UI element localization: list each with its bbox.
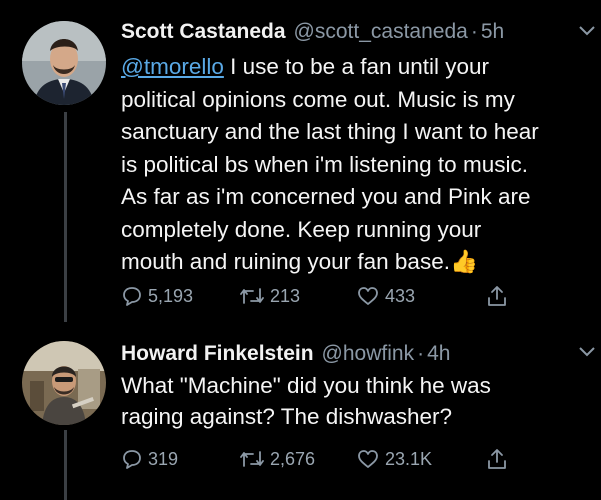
like-button[interactable]: 23.1K bbox=[356, 448, 486, 470]
text-line-1: @tmorello I use to be a fan until your bbox=[121, 54, 490, 79]
like-count: 23.1K bbox=[385, 448, 433, 469]
text-line-7: mouth and ruining your fan base.👍 bbox=[121, 249, 478, 274]
avatar[interactable] bbox=[22, 341, 106, 425]
share-button[interactable] bbox=[486, 447, 508, 471]
reply-icon bbox=[121, 448, 143, 470]
text-line-3: sanctuary and the last thing I want to h… bbox=[121, 119, 539, 144]
mention-link[interactable]: @tmorello bbox=[121, 54, 224, 79]
share-icon bbox=[486, 447, 508, 471]
reply-icon bbox=[121, 285, 143, 307]
share-icon bbox=[486, 284, 508, 308]
tweet-2[interactable]: Howard Finkelstein @howfink · 4h What "M… bbox=[0, 330, 601, 500]
display-name[interactable]: Howard Finkelstein bbox=[121, 342, 314, 366]
text-line-5: As far as i'm concerned you and Pink are bbox=[121, 184, 531, 209]
tweet-header: Scott Castaneda @scott_castaneda · 5h bbox=[121, 20, 504, 44]
tweet-text: @tmorello I use to be a fan until your p… bbox=[121, 51, 591, 279]
display-name[interactable]: Scott Castaneda bbox=[121, 20, 286, 44]
heart-icon bbox=[356, 448, 380, 470]
chevron-down-icon[interactable] bbox=[577, 24, 597, 43]
reply-button[interactable]: 5,193 bbox=[121, 285, 239, 307]
timestamp[interactable]: 5h bbox=[481, 20, 504, 44]
retweet-icon bbox=[239, 285, 265, 307]
reply-count: 319 bbox=[148, 448, 179, 469]
share-button[interactable] bbox=[486, 284, 508, 308]
heart-icon bbox=[356, 285, 380, 307]
separator-dot: · bbox=[417, 342, 425, 365]
text-line-2: political opinions come out. Music is my bbox=[121, 86, 515, 112]
tweet-text: What "Machine" did you think he was ragi… bbox=[121, 370, 591, 432]
thumbs-up-emoji: 👍 bbox=[449, 249, 478, 274]
text-line-6: completely done. Keep running your bbox=[121, 216, 482, 242]
user-handle[interactable]: @scott_castaneda bbox=[294, 20, 468, 44]
tweet-header: Howard Finkelstein @howfink · 4h bbox=[121, 342, 450, 366]
text-line-2: raging against? The dishwasher? bbox=[121, 404, 453, 429]
retweet-count: 213 bbox=[270, 285, 301, 306]
retweet-button[interactable]: 2,676 bbox=[239, 448, 356, 470]
retweet-button[interactable]: 213 bbox=[239, 285, 356, 307]
reply-count: 5,193 bbox=[148, 285, 194, 306]
avatar[interactable] bbox=[22, 21, 106, 105]
like-button[interactable]: 433 bbox=[356, 285, 486, 307]
timestamp[interactable]: 4h bbox=[427, 342, 450, 366]
tweet-actions: 5,193 213 433 bbox=[121, 284, 508, 308]
retweet-count: 2,676 bbox=[270, 448, 316, 469]
reply-button[interactable]: 319 bbox=[121, 448, 239, 470]
tweet-actions: 319 2,676 23.1K bbox=[121, 447, 508, 471]
text-line-4: is political bs when i'm listening to mu… bbox=[121, 151, 528, 177]
retweet-icon bbox=[239, 448, 265, 470]
chevron-down-icon[interactable] bbox=[577, 345, 597, 364]
like-count: 433 bbox=[385, 285, 416, 306]
user-handle[interactable]: @howfink bbox=[322, 342, 415, 366]
separator-dot: · bbox=[470, 20, 478, 43]
tweet-1[interactable]: Scott Castaneda @scott_castaneda · 5h @t… bbox=[0, 0, 601, 330]
text-line-1: What "Machine" did you think he was bbox=[121, 373, 491, 398]
